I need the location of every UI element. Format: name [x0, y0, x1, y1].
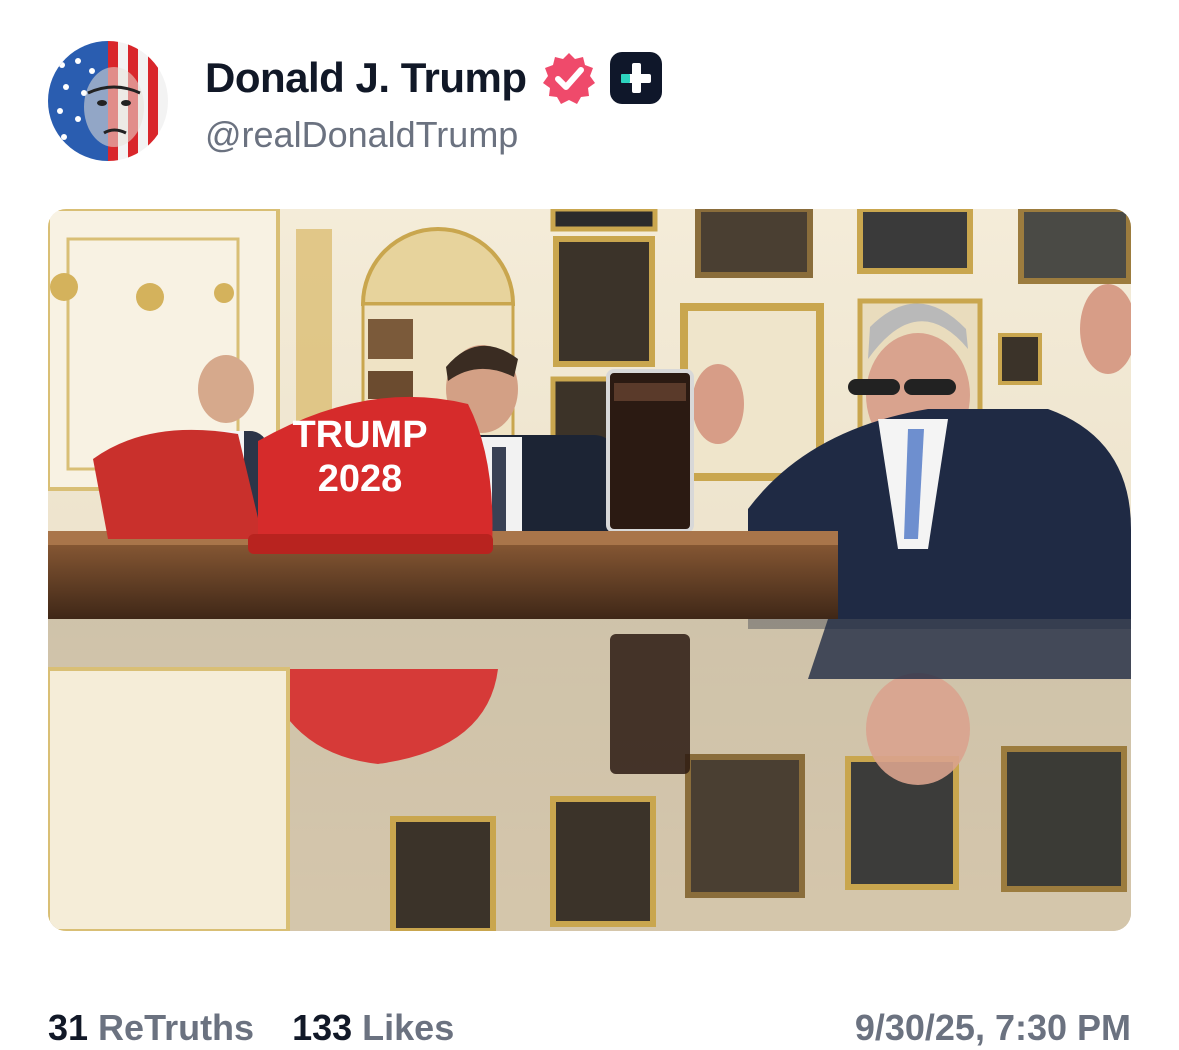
hat-text-line1: TRUMP [292, 414, 427, 456]
likes-stat[interactable]: 133 Likes [292, 1007, 454, 1049]
oval-office-photo: TRUMP 2028 [48, 209, 1131, 931]
verified-badge-icon [542, 53, 595, 104]
post-timestamp[interactable]: 9/30/25, 7:30 PM [855, 1007, 1131, 1049]
author-name-row: Donald J. Trump [205, 50, 663, 106]
plus-subscription-icon [609, 52, 662, 104]
hat-text-line2: 2028 [318, 458, 403, 500]
likes-count: 133 [292, 1007, 353, 1048]
retruths-label: ReTruths [98, 1007, 255, 1048]
author-avatar[interactable] [48, 41, 168, 161]
author-display-name[interactable]: Donald J. Trump [205, 54, 527, 102]
retruths-count: 31 [48, 1007, 89, 1048]
retruths-stat[interactable]: 31 ReTruths [48, 1007, 254, 1049]
post-footer: 31 ReTruths 133 Likes 9/30/25, 7:30 PM [48, 1003, 1131, 1050]
post-image[interactable]: TRUMP 2028 [48, 209, 1131, 931]
author-handle[interactable]: @realDonaldTrump [205, 114, 518, 156]
truth-post: Donald J. Trump @realDonaldTrump TRUMP 2… [0, 0, 1179, 1050]
avatar-image [48, 41, 168, 161]
likes-label: Likes [362, 1007, 455, 1048]
